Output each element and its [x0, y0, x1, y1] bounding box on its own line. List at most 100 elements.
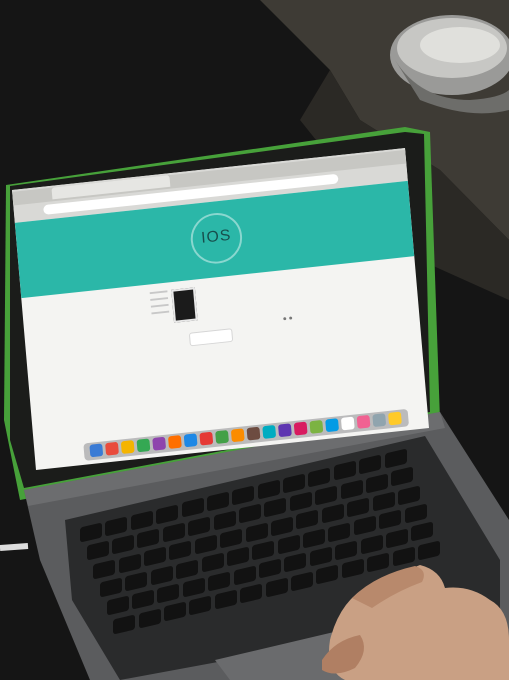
keyboard-key: [335, 540, 358, 561]
keyboard-key: [308, 467, 331, 488]
keyboard-key: [365, 473, 388, 494]
dock-app-icon[interactable]: [89, 443, 104, 458]
keyboard-key: [289, 491, 312, 512]
keyboard-key: [404, 503, 427, 524]
keyboard-key: [303, 528, 326, 549]
keyboard-key: [125, 571, 148, 592]
keyboard-key: [201, 552, 224, 573]
keyboard-key: [283, 473, 306, 494]
laptop-screen: IOS: [12, 148, 429, 470]
keyboard-key: [118, 552, 141, 574]
dock-app-icon[interactable]: [262, 424, 277, 439]
keyboard-key: [232, 485, 255, 506]
dock-app-icon[interactable]: [230, 428, 245, 443]
keyboard-key: [411, 521, 434, 543]
keyboard-key: [80, 522, 102, 543]
keyboard-key: [271, 516, 294, 537]
keyboard-key: [277, 534, 300, 555]
dock-app-icon[interactable]: [278, 423, 292, 438]
keyboard-key: [391, 466, 414, 488]
keyboard-key: [188, 516, 211, 537]
text-lines: [149, 290, 170, 321]
dock-app-icon[interactable]: [105, 441, 119, 456]
keyboard-key: [157, 583, 180, 604]
keyboard-key: [164, 601, 187, 622]
dock-app-icon[interactable]: [183, 433, 198, 448]
keyboard-key: [137, 528, 160, 549]
dock-app-icon[interactable]: [136, 438, 151, 453]
keyboard-key: [384, 448, 407, 469]
keyboard-key: [100, 577, 122, 598]
keyboard-key: [106, 595, 129, 616]
keyboard-key: [284, 552, 307, 573]
dock-app-icon[interactable]: [372, 413, 387, 428]
dock-app-icon[interactable]: [340, 416, 355, 431]
keyboard-key: [328, 522, 351, 543]
dock-app-icon[interactable]: [215, 430, 229, 444]
keyboard-key: [130, 510, 153, 531]
keyboard-key: [291, 571, 314, 592]
keyboard-key: [113, 614, 136, 635]
keyboard-key: [359, 454, 382, 475]
keyboard-key: [397, 485, 420, 506]
keyboard-key: [392, 546, 415, 567]
dock-app-icon[interactable]: [199, 431, 214, 446]
dots-icon: [283, 316, 293, 321]
keyboard-key: [417, 540, 440, 561]
keyboard-key: [257, 479, 280, 500]
keyboard-key: [315, 485, 338, 506]
keyboard-key: [252, 540, 275, 561]
dock-app-icon[interactable]: [325, 418, 340, 433]
keyboard-key: [340, 479, 363, 500]
keyboard-key: [182, 577, 205, 598]
keyboard-key: [333, 460, 356, 481]
keyboard-key: [385, 528, 408, 549]
keyboard-key: [233, 565, 256, 586]
dock-app-icon[interactable]: [293, 421, 308, 436]
keyboard-key: [176, 558, 199, 580]
keyboard-key: [321, 503, 344, 524]
image-thumbnail[interactable]: [171, 287, 198, 323]
keyboard-key: [258, 558, 281, 579]
banner-logo: IOS: [188, 210, 245, 267]
keyboard-key: [86, 540, 109, 561]
keyboard-key: [341, 558, 364, 579]
keyboard-key: [214, 589, 237, 610]
keyboard-key: [138, 607, 161, 629]
keyboard-key: [150, 565, 173, 586]
keyboard-key: [220, 528, 243, 549]
keyboard-key: [360, 534, 383, 555]
dock-app-icon[interactable]: [120, 440, 135, 455]
dock-app-icon[interactable]: [167, 435, 182, 449]
page-input[interactable]: [188, 328, 234, 347]
keyboard-key: [206, 491, 229, 512]
keyboard-key: [132, 589, 155, 610]
keyboard-key: [265, 577, 288, 598]
keyboard-key: [238, 503, 261, 524]
keyboard-key: [309, 546, 332, 567]
keyboard-key: [316, 564, 339, 585]
keyboard-key: [181, 497, 204, 518]
dock-app-icon[interactable]: [388, 411, 402, 426]
keyboard-key: [93, 559, 116, 580]
dock-app-icon[interactable]: [152, 436, 167, 451]
keyboard-key: [245, 522, 268, 543]
keyboard-key: [353, 515, 376, 536]
dock-app-icon[interactable]: [246, 426, 261, 441]
keyboard-key: [169, 540, 192, 561]
keyboard-key: [264, 497, 287, 518]
keyboard-key: [112, 534, 135, 555]
keyboard-key: [379, 509, 402, 530]
keyboard-key: [105, 516, 128, 537]
dock-app-icon[interactable]: [356, 414, 371, 429]
keyboard-key: [208, 571, 231, 592]
keyboard-key: [226, 546, 249, 567]
keyboard-key: [240, 583, 263, 604]
dock-app-icon[interactable]: [309, 419, 324, 434]
keyboard-key: [347, 497, 370, 518]
keyboard-key: [372, 491, 395, 512]
keyboard-key: [189, 595, 212, 616]
keyboard-key: [194, 534, 217, 555]
banner-logo-text: IOS: [200, 227, 233, 247]
keyboard-key: [156, 503, 179, 525]
